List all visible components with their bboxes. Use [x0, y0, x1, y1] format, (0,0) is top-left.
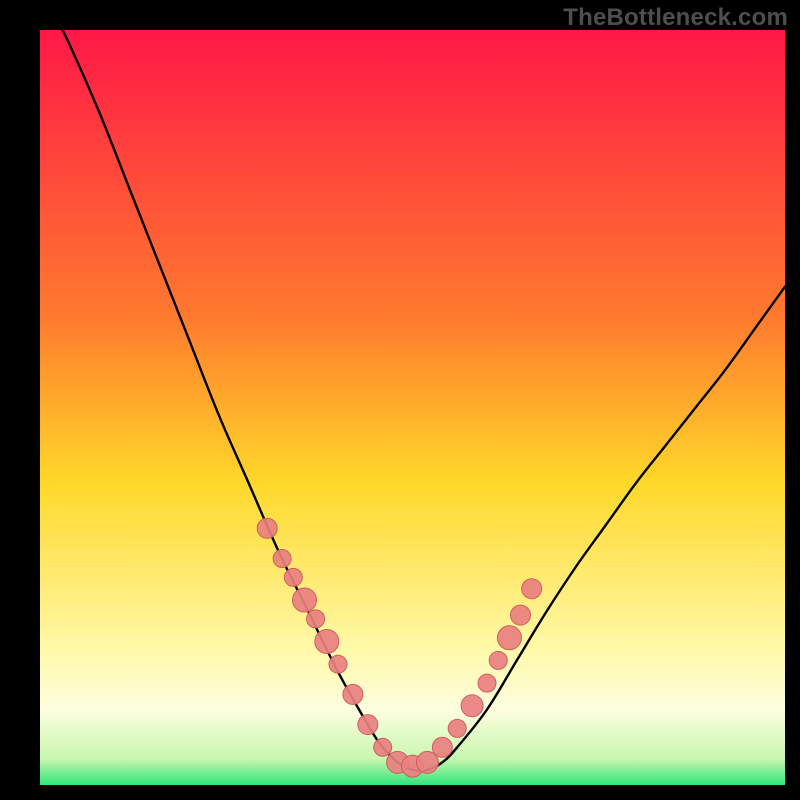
marker-point	[329, 655, 347, 673]
marker-point	[522, 579, 542, 599]
chart-frame: TheBottleneck.com	[0, 0, 800, 800]
marker-point	[273, 550, 291, 568]
watermark-label: TheBottleneck.com	[563, 4, 788, 32]
marker-point	[478, 674, 496, 692]
marker-point	[343, 684, 363, 704]
marker-point	[315, 630, 339, 654]
marker-point	[293, 588, 317, 612]
marker-point	[497, 626, 521, 650]
marker-point	[461, 695, 483, 717]
gradient-background	[40, 30, 785, 785]
marker-point	[307, 610, 325, 628]
marker-point	[284, 568, 302, 586]
marker-point	[374, 738, 392, 756]
marker-point	[432, 737, 452, 757]
marker-point	[257, 518, 277, 538]
marker-point	[448, 719, 466, 737]
marker-point	[489, 651, 507, 669]
plot-area	[40, 30, 785, 785]
bottleneck-plot	[40, 30, 785, 785]
marker-point	[358, 715, 378, 735]
marker-point	[511, 605, 531, 625]
